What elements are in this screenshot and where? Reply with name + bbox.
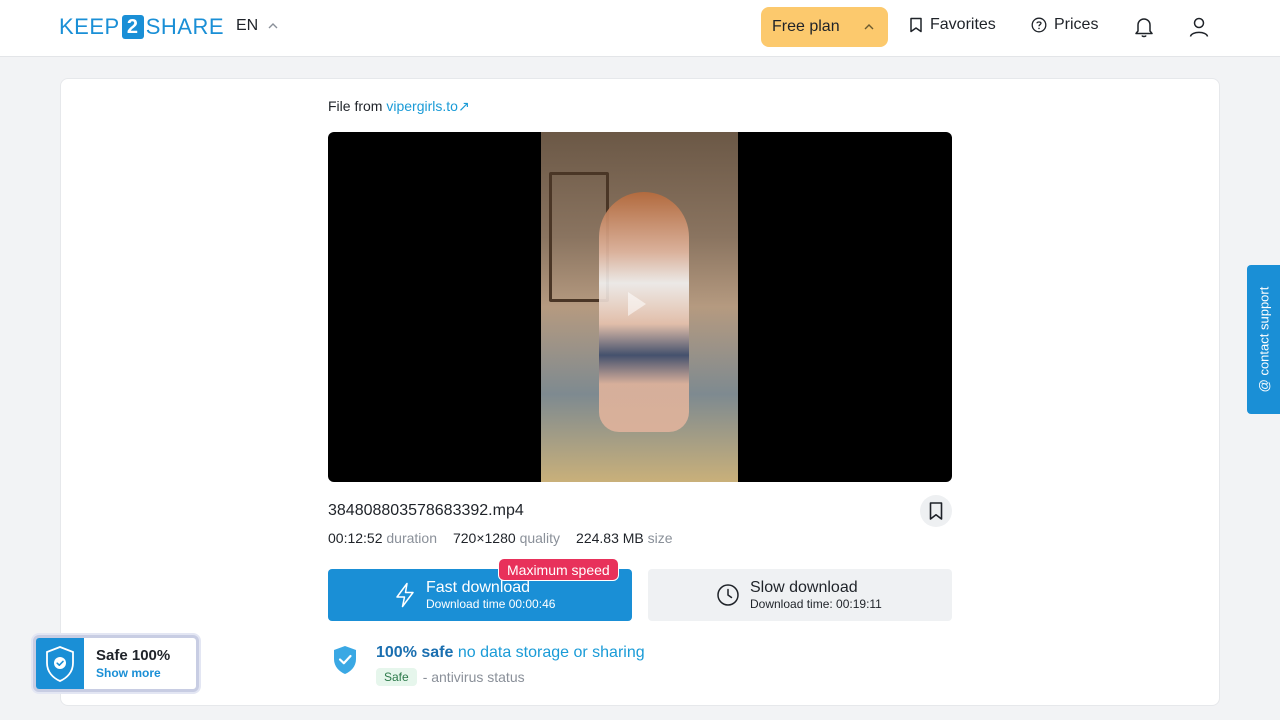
widget-shield <box>36 638 84 689</box>
source-link[interactable]: vipergirls.to↗ <box>386 98 469 114</box>
safety-headline: 100% safe no data storage or sharing <box>376 644 645 662</box>
slow-download-text: Slow download Download time: 00:19:11 <box>750 579 882 611</box>
lightning-icon <box>396 582 414 608</box>
source-link-text: vipergirls.to <box>386 98 458 114</box>
safe-pill: Safe <box>376 668 417 686</box>
shield-check-icon <box>46 645 74 682</box>
safety-strong: 100% safe <box>376 644 454 661</box>
contact-support-label: @ contact support <box>1256 286 1272 393</box>
favorites-label: Favorites <box>930 16 996 33</box>
favorites-link[interactable]: Favorites <box>909 16 996 34</box>
safety-rest: no data storage or sharing <box>457 644 645 661</box>
logo-share: SHARE <box>145 14 224 39</box>
widget-text: Safe 100% Show more <box>84 647 170 680</box>
notifications-button[interactable] <box>1133 15 1155 44</box>
size: 224.83 MB size <box>576 530 673 546</box>
logo-keep: KEEP <box>59 14 120 39</box>
prices-link[interactable]: Prices <box>1031 16 1098 34</box>
add-to-favorites-button[interactable] <box>920 495 952 527</box>
file-source: File from vipergirls.to↗ <box>328 98 470 115</box>
bookmark-icon <box>910 17 922 33</box>
top-header: KEEP 2 SHARE EN Free plan Favorites Pric… <box>0 0 1280 57</box>
antivirus-status-label: - antivirus status <box>422 669 525 685</box>
bell-icon <box>1135 18 1153 38</box>
language-label: EN <box>236 17 259 34</box>
external-link-icon: ↗ <box>457 98 470 114</box>
fast-download-time: Download time 00:00:46 <box>426 597 556 611</box>
quality-label: quality <box>519 530 561 546</box>
duration-label: duration <box>386 530 437 546</box>
free-plan-button[interactable]: Free plan <box>761 7 888 47</box>
size-value: 224.83 MB <box>576 530 644 546</box>
safety-text: 100% safe no data storage or sharing Saf… <box>376 644 645 686</box>
quality: 720×1280 quality <box>453 530 560 546</box>
account-button[interactable] <box>1188 15 1210 44</box>
question-circle-icon <box>1031 17 1047 33</box>
contact-support-tab[interactable]: @ contact support <box>1247 265 1280 414</box>
logo-two: 2 <box>121 15 144 39</box>
quality-value: 720×1280 <box>452 530 516 546</box>
slow-download-title: Slow download <box>750 579 858 596</box>
bookmark-icon <box>929 502 943 520</box>
file-meta: 00:12:52 duration 720×1280 quality 224.8… <box>328 530 673 546</box>
fast-download-text: Fast download Download time 00:00:46 <box>426 579 555 611</box>
duration: 00:12:52 duration <box>328 530 437 546</box>
prices-label: Prices <box>1054 16 1099 33</box>
chevron-up-icon <box>268 23 278 29</box>
language-selector[interactable]: EN <box>236 17 278 35</box>
shield-check-icon <box>334 646 356 674</box>
antivirus-status: Safe - antivirus status <box>376 668 645 686</box>
slow-download-button[interactable]: Slow download Download time: 00:19:11 <box>648 569 952 621</box>
slow-download-time: Download time: 00:19:11 <box>750 597 882 611</box>
maximum-speed-badge: Maximum speed <box>498 558 619 581</box>
widget-title: Safe 100% <box>96 647 171 664</box>
duration-value: 00:12:52 <box>328 530 383 546</box>
chevron-up-icon <box>864 24 874 30</box>
free-plan-label: Free plan <box>772 18 840 35</box>
play-icon[interactable] <box>628 292 646 316</box>
clock-icon <box>717 584 739 606</box>
size-label: size <box>647 530 673 546</box>
show-more-link[interactable]: Show more <box>96 666 170 680</box>
logo[interactable]: KEEP 2 SHARE <box>59 14 224 40</box>
safety-info: 100% safe no data storage or sharing Saf… <box>332 644 645 686</box>
safe-widget[interactable]: Safe 100% Show more <box>33 635 199 692</box>
user-icon <box>1189 17 1209 37</box>
file-name: 384808803578683392.mp4 <box>328 502 524 519</box>
video-player[interactable] <box>328 132 952 482</box>
file-from-label: File from <box>328 98 383 114</box>
